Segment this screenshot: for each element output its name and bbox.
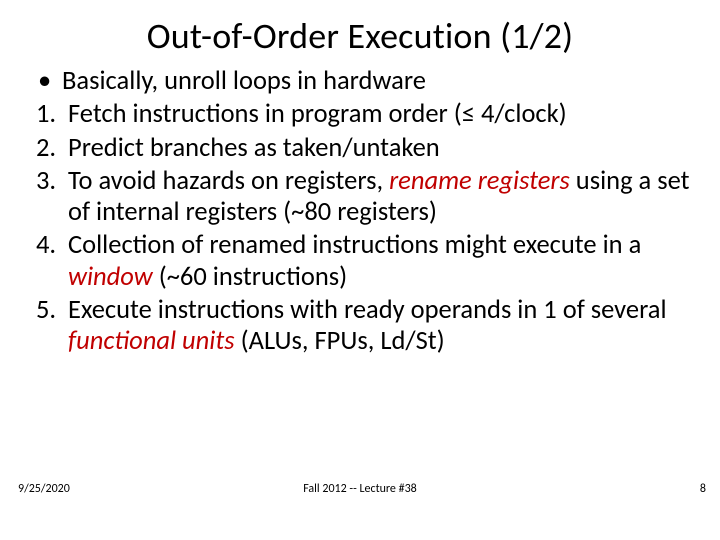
list-item: 3. To avoid hazards on registers, rename… [36, 166, 692, 229]
item-marker: 5. [36, 295, 68, 326]
list-item: 4. Collection of renamed instructions mi… [36, 230, 692, 293]
item-pre: Fetch instructions in program order (≤ 4… [68, 98, 567, 130]
item-emph: functional units [68, 325, 235, 357]
slide-title: Out-of-Order Execution (1/2) [0, 0, 720, 64]
item-post: (ALUs, FPUs, Ld/St) [235, 325, 445, 357]
item-post: (~60 instructions) [153, 261, 347, 293]
list-item: 5. Execute instructions with ready opera… [36, 295, 692, 358]
bullet-text: Basically, unroll loops in hardware [62, 66, 692, 97]
item-marker: 2. [36, 133, 68, 164]
item-marker: 4. [36, 230, 68, 261]
item-text: Execute instructions with ready operands… [68, 295, 692, 358]
slide-body: • Basically, unroll loops in hardware 1.… [0, 66, 720, 357]
footer-page-number: 8 [700, 482, 706, 496]
bullet-marker: • [36, 66, 62, 97]
item-marker: 1. [36, 99, 68, 130]
item-pre: Predict branches as taken/untaken [68, 132, 440, 164]
item-marker: 3. [36, 166, 68, 197]
item-text: Collection of renamed instructions might… [68, 230, 692, 293]
item-text: Fetch instructions in program order (≤ 4… [68, 99, 692, 130]
list-item: 1. Fetch instructions in program order (… [36, 99, 692, 130]
bullet-row: • Basically, unroll loops in hardware [36, 66, 692, 97]
item-text: Predict branches as taken/untaken [68, 133, 692, 164]
item-pre: Execute instructions with ready operands… [68, 294, 667, 326]
item-text: To avoid hazards on registers, rename re… [68, 166, 692, 229]
item-emph: window [68, 261, 153, 293]
list-item: 2. Predict branches as taken/untaken [36, 133, 692, 164]
item-pre: To avoid hazards on registers, [68, 165, 389, 197]
item-emph: rename registers [389, 165, 570, 197]
footer-center: Fall 2012 -- Lecture #38 [0, 482, 720, 496]
slide: Out-of-Order Execution (1/2) • Basically… [0, 0, 720, 540]
item-pre: Collection of renamed instructions might… [68, 229, 641, 261]
